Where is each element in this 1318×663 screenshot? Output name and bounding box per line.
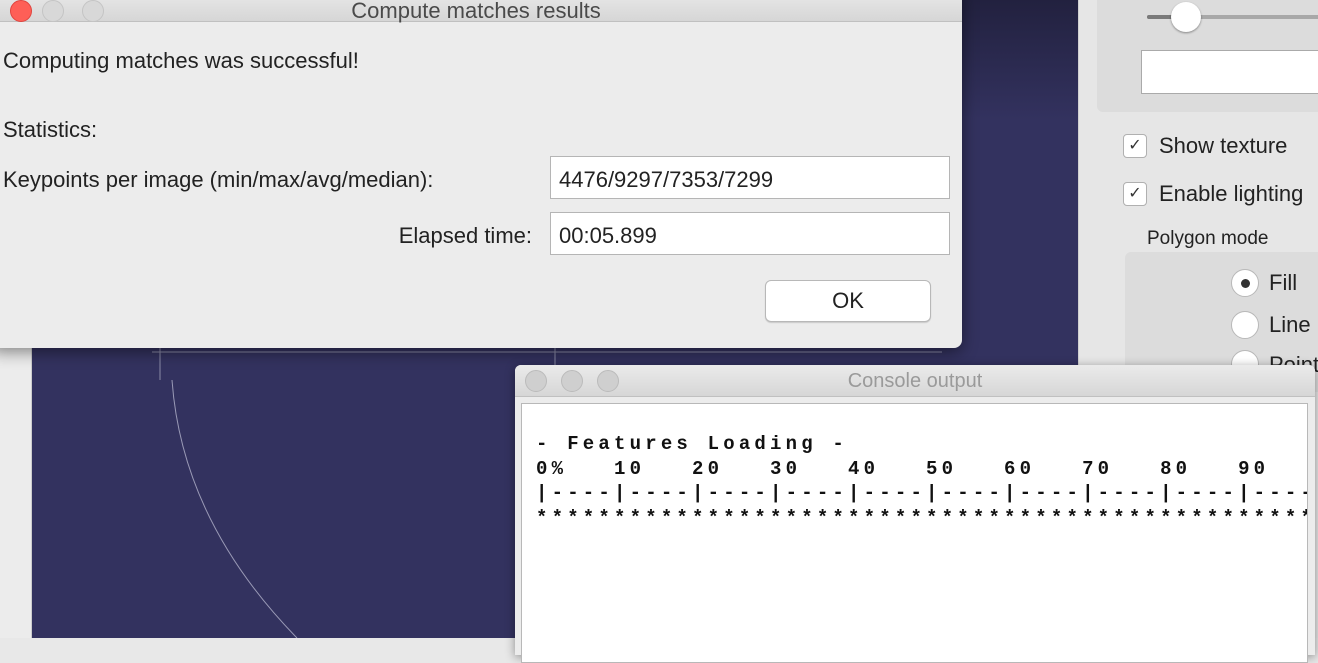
success-message: Computing matches was successful!	[3, 48, 359, 73]
radio-line[interactable]	[1231, 311, 1259, 339]
bounding-sphere-arc	[171, 379, 298, 638]
radio-line-label: Line	[1269, 312, 1311, 337]
compute-matches-dialog: Compute matches results Computing matche…	[0, 0, 962, 348]
console-line: |----|----|----|----|----|----|----|----…	[536, 482, 1308, 504]
console-line: ****************************************…	[536, 506, 1308, 529]
elapsed-time-label: Elapsed time:	[398, 223, 532, 248]
keypoints-field[interactable]: 4476/9297/7353/7299	[550, 156, 950, 199]
radio-fill[interactable]	[1231, 269, 1259, 297]
console-line: - Features Loading -	[536, 433, 849, 455]
polygon-mode-label: Polygon mode	[1147, 228, 1269, 249]
slider-knob[interactable]	[1171, 2, 1201, 32]
console-log: - Features Loading - 0% 10 20 30 40 50 6…	[536, 432, 1308, 530]
radio-fill-label: Fill	[1269, 270, 1298, 295]
enable-lighting-label: Enable lighting	[1159, 181, 1304, 206]
value-input[interactable]	[1141, 50, 1318, 94]
dialog-title: Compute matches results	[351, 0, 601, 23]
ok-button[interactable]: OK	[765, 280, 931, 322]
appearance-group	[1097, 0, 1318, 112]
console-line: 0% 10 20 30 40 50 60 70 80 90 100%	[536, 457, 1308, 480]
enable-lighting-checkbox[interactable]: ✓	[1123, 182, 1147, 206]
left-sidebar	[0, 340, 32, 638]
dialog-title-bar[interactable]: Compute matches results	[0, 0, 962, 23]
console-text-area[interactable]: - Features Loading - 0% 10 20 30 40 50 6…	[521, 403, 1308, 663]
show-texture-label: Show texture	[1159, 133, 1288, 158]
console-title-bar[interactable]: Console output	[515, 365, 1315, 397]
statistics-label: Statistics:	[3, 117, 98, 142]
keypoints-label: Keypoints per image (min/max/avg/median)…	[3, 167, 434, 192]
console-title: Console output	[847, 370, 983, 392]
console-output-window: Console output - Features Loading - 0% 1…	[515, 365, 1315, 663]
show-texture-checkbox[interactable]: ✓	[1123, 134, 1147, 158]
elapsed-time-field[interactable]: 00:05.899	[550, 212, 950, 255]
